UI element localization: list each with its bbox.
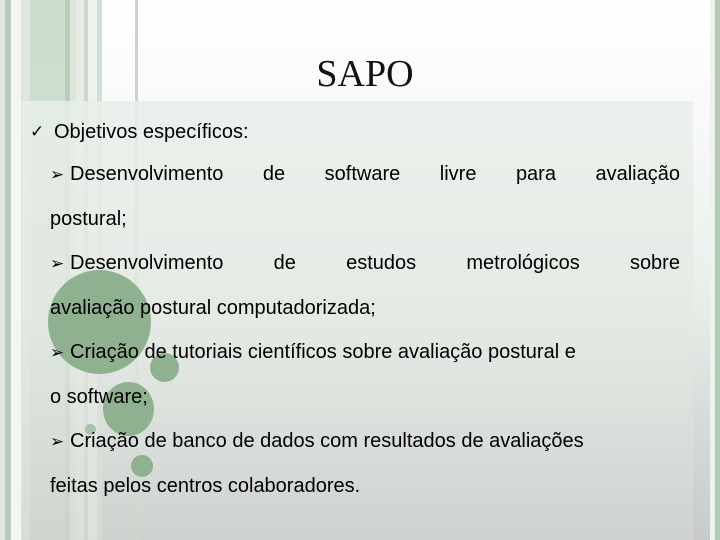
bullet-word: Desenvolvimento <box>70 252 224 274</box>
arrow-bullet-icon: ➢ <box>50 254 65 273</box>
bullet-word: de <box>262 163 286 185</box>
check-icon: ✓ <box>30 122 45 141</box>
arrow-bullet-icon: ➢ <box>50 343 65 362</box>
bullet-item: ➢ Desenvolvimento de estudos metrológicos… <box>50 241 680 286</box>
bullet-text: Criação de banco de dados com resultados… <box>70 430 584 452</box>
slide-body: ✓ Objetivos específicos: ➢ Desenvolviment… <box>30 112 680 508</box>
objectives-heading: ✓ Objetivos específicos: <box>30 112 680 152</box>
bullet-word: para <box>515 163 556 185</box>
bullet-word: metrológicos <box>466 252 580 274</box>
bullet-word: sobre <box>629 252 680 274</box>
bullet-word-group: ➢ Desenvolvimento <box>50 152 223 197</box>
bullet-line: ➢ Desenvolvimento de software livre para … <box>50 152 680 197</box>
bullet-word-group: ➢ Desenvolvimento <box>50 241 223 286</box>
bullet-word: livre <box>439 163 477 185</box>
bullet-line: ➢ Desenvolvimento de estudos metrológicos… <box>50 241 680 286</box>
bullet-continuation: avaliação postural computadorizada; <box>50 297 376 319</box>
arrow-bullet-icon: ➢ <box>50 165 65 184</box>
bullet-text: Criação de tutoriais científicos sobre a… <box>70 341 576 363</box>
bullet-item: ➢ Criação de tutoriais científicos sobre … <box>50 330 680 375</box>
bullet-item: ➢ Desenvolvimento de software livre para … <box>50 152 680 197</box>
bullet-continuation: feitas pelos centros colaboradores. <box>50 475 361 497</box>
arrow-bullet-icon: ➢ <box>50 432 65 451</box>
objectives-heading-text: Objetivos específicos: <box>54 120 249 143</box>
bullet-word: avaliação <box>595 163 680 185</box>
bullet-item: ➢ Criação de banco de dados com resultado… <box>50 419 680 464</box>
bullet-word: software <box>324 163 401 185</box>
bullet-word: de <box>273 252 296 274</box>
bullet-word: estudos <box>346 252 417 274</box>
slide-title: SAPO <box>316 53 414 95</box>
bullet-word: Desenvolvimento <box>70 163 224 185</box>
bullet-continuation: postural; <box>50 208 127 230</box>
bullet-continuation: o software; <box>50 386 148 408</box>
